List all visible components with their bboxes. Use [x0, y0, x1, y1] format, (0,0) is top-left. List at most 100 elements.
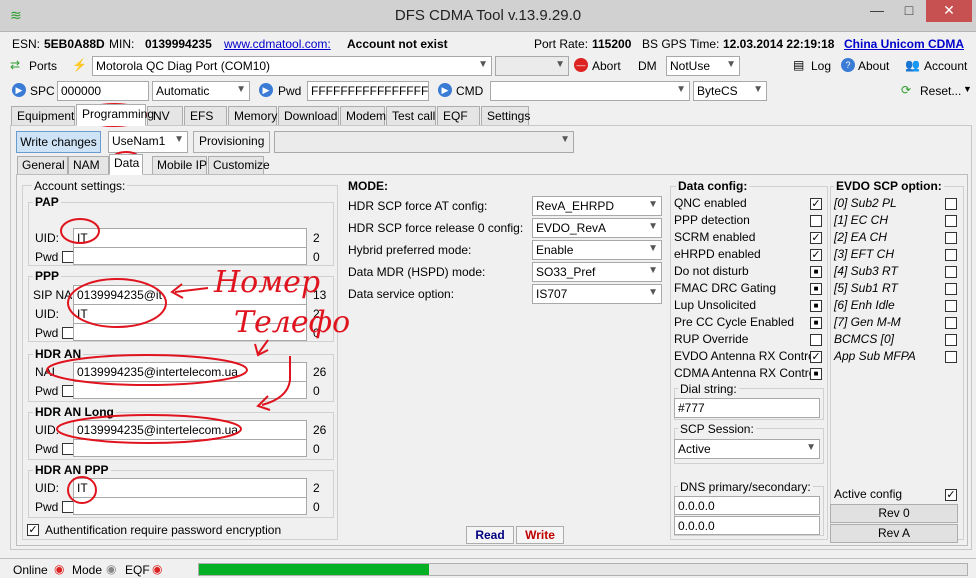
maximize-button[interactable]: □: [894, 0, 924, 22]
dns-secondary-input[interactable]: 0.0.0.0: [674, 516, 820, 535]
log-icon: ▤: [793, 58, 805, 72]
data-config-checkbox[interactable]: [810, 215, 822, 227]
data-config-checkbox[interactable]: ■: [810, 266, 822, 278]
auth-encryption-checkbox[interactable]: ✓: [27, 524, 39, 536]
tab-download[interactable]: Download: [278, 106, 339, 126]
hdr-an-long-uid-input[interactable]: 0139994235@intertelecom.ua: [73, 420, 307, 440]
tab-test-call[interactable]: Test call: [386, 106, 436, 126]
dm-label: DM: [638, 59, 657, 73]
evdo-option-checkbox[interactable]: [945, 266, 957, 278]
cmd-input[interactable]: ▼: [490, 81, 690, 101]
tab-settings[interactable]: Settings: [481, 106, 530, 126]
close-button[interactable]: ✕: [926, 0, 972, 22]
hdr-an-pwd-input[interactable]: [73, 381, 307, 399]
chevron-down-icon: ▼: [648, 265, 658, 276]
write-changes-button[interactable]: Write changes: [16, 131, 101, 153]
hdr-an-ppp-uid-input[interactable]: IT: [73, 478, 307, 498]
reset-dropdown-icon[interactable]: ▼: [963, 84, 972, 94]
port-select[interactable]: Motorola QC Diag Port (COM10) ▼: [92, 56, 492, 76]
dns-primary-input[interactable]: 0.0.0.0: [674, 496, 820, 515]
reset-button[interactable]: Reset...: [920, 84, 961, 98]
mode-row-select[interactable]: SO33_Pref ▼: [532, 262, 662, 282]
subtab-data[interactable]: Data: [109, 154, 143, 175]
operator-link[interactable]: China Unicom CDMA: [844, 37, 964, 51]
eqf-label: EQF: [125, 563, 150, 577]
tab-efs[interactable]: EFS: [184, 106, 227, 126]
log-button[interactable]: Log: [811, 59, 831, 73]
tab-eqf[interactable]: EQF: [437, 106, 480, 126]
dial-string-input[interactable]: #777: [674, 398, 820, 418]
evdo-option-checkbox[interactable]: [945, 283, 957, 295]
ppp-sip-input[interactable]: 0139994235@it: [73, 285, 307, 305]
evdo-option-checkbox[interactable]: [945, 351, 957, 363]
mode-row-select[interactable]: EVDO_RevA ▼: [532, 218, 662, 238]
abort-button[interactable]: Abort: [592, 59, 621, 73]
data-config-checkbox[interactable]: ✓: [810, 249, 822, 261]
account-button[interactable]: Account: [924, 59, 967, 73]
cmd-mode-select[interactable]: ByteCS ▼: [693, 81, 767, 101]
data-config-checkbox[interactable]: [810, 334, 822, 346]
chevron-down-icon: ▼: [806, 442, 816, 453]
pap-pwd-input[interactable]: [73, 247, 307, 265]
rev0-button[interactable]: Rev 0: [830, 504, 958, 523]
data-config-checkbox[interactable]: ✓: [810, 351, 822, 363]
dm-select[interactable]: NotUse ▼: [666, 56, 740, 76]
data-config-label: Do not disturb: [674, 264, 749, 278]
minimize-button[interactable]: —: [862, 0, 892, 22]
pap-pwd-length: 0: [313, 250, 320, 264]
hdr-an-ppp-pwd-input[interactable]: [73, 497, 307, 515]
data-config-label: CDMA Antenna RX Control: [674, 366, 819, 380]
write-button[interactable]: Write: [516, 526, 564, 544]
hdr-an-long-pwd-input[interactable]: [73, 439, 307, 457]
data-config-checkbox[interactable]: ✓: [810, 198, 822, 210]
hdr-an-ppp-title: HDR AN PPP: [33, 463, 111, 477]
dns-label: DNS primary/secondary:: [678, 480, 813, 494]
read-button[interactable]: Read: [466, 526, 514, 544]
evdo-option-checkbox[interactable]: [945, 232, 957, 244]
mode-row-label: Data MDR (HSPD) mode:: [348, 265, 486, 279]
reva-button[interactable]: Rev A: [830, 524, 958, 543]
subtab-general[interactable]: General: [17, 156, 68, 175]
ppp-pwd-input[interactable]: [73, 323, 307, 341]
data-config-checkbox[interactable]: ■: [810, 368, 822, 380]
spc-icon: ▶: [12, 83, 26, 97]
subtab-nam[interactable]: NAM: [68, 156, 109, 175]
evdo-option-checkbox[interactable]: [945, 334, 957, 346]
spc-input[interactable]: 000000: [57, 81, 149, 101]
evdo-option-checkbox[interactable]: [945, 198, 957, 210]
data-config-checkbox[interactable]: ■: [810, 283, 822, 295]
account-status: Account not exist: [347, 37, 448, 51]
chevron-down-icon: ▼: [648, 287, 658, 298]
data-config-checkbox[interactable]: ■: [810, 300, 822, 312]
mode-row-select[interactable]: Enable ▼: [532, 240, 662, 260]
data-config-checkbox[interactable]: ■: [810, 317, 822, 329]
ports-button[interactable]: Ports: [29, 59, 57, 73]
data-config-checkbox[interactable]: ✓: [810, 232, 822, 244]
pap-uid-input[interactable]: IT: [73, 228, 307, 248]
tab-equipment[interactable]: Equipment: [11, 106, 75, 126]
help-icon: ?: [841, 58, 855, 72]
tab-memory[interactable]: Memory: [228, 106, 277, 126]
hdr-an-nai-input[interactable]: 0139994235@intertelecom.ua: [73, 362, 307, 382]
evdo-option-checkbox[interactable]: [945, 317, 957, 329]
provisioning-select[interactable]: ▼: [274, 131, 574, 153]
scp-session-select[interactable]: Active ▼: [674, 439, 820, 459]
about-button[interactable]: About: [858, 59, 889, 73]
subtab-customize[interactable]: Customize: [208, 156, 270, 175]
evdo-option-checkbox[interactable]: [945, 249, 957, 261]
mode-row-select[interactable]: IS707 ▼: [532, 284, 662, 304]
ppp-uid-input[interactable]: IT: [73, 304, 307, 324]
mode-row-select[interactable]: RevA_EHRPD ▼: [532, 196, 662, 216]
tab-modem[interactable]: Modem: [340, 106, 386, 126]
evdo-option-checkbox[interactable]: [945, 300, 957, 312]
provisioning-tab[interactable]: Provisioning: [193, 131, 271, 153]
active-config-checkbox[interactable]: ✓: [945, 489, 957, 501]
blank-select[interactable]: ▼: [495, 56, 569, 76]
tab-programming[interactable]: Programming: [76, 104, 154, 126]
pwd-input[interactable]: FFFFFFFFFFFFFFFF: [307, 81, 429, 101]
evdo-option-checkbox[interactable]: [945, 215, 957, 227]
nam-select[interactable]: UseNam1 ▼: [108, 131, 188, 153]
subtab-mobile-ip[interactable]: Mobile IP: [152, 156, 207, 175]
spc-mode-select[interactable]: Automatic ▼: [152, 81, 250, 101]
website-link[interactable]: www.cdmatool.com:: [224, 37, 331, 51]
